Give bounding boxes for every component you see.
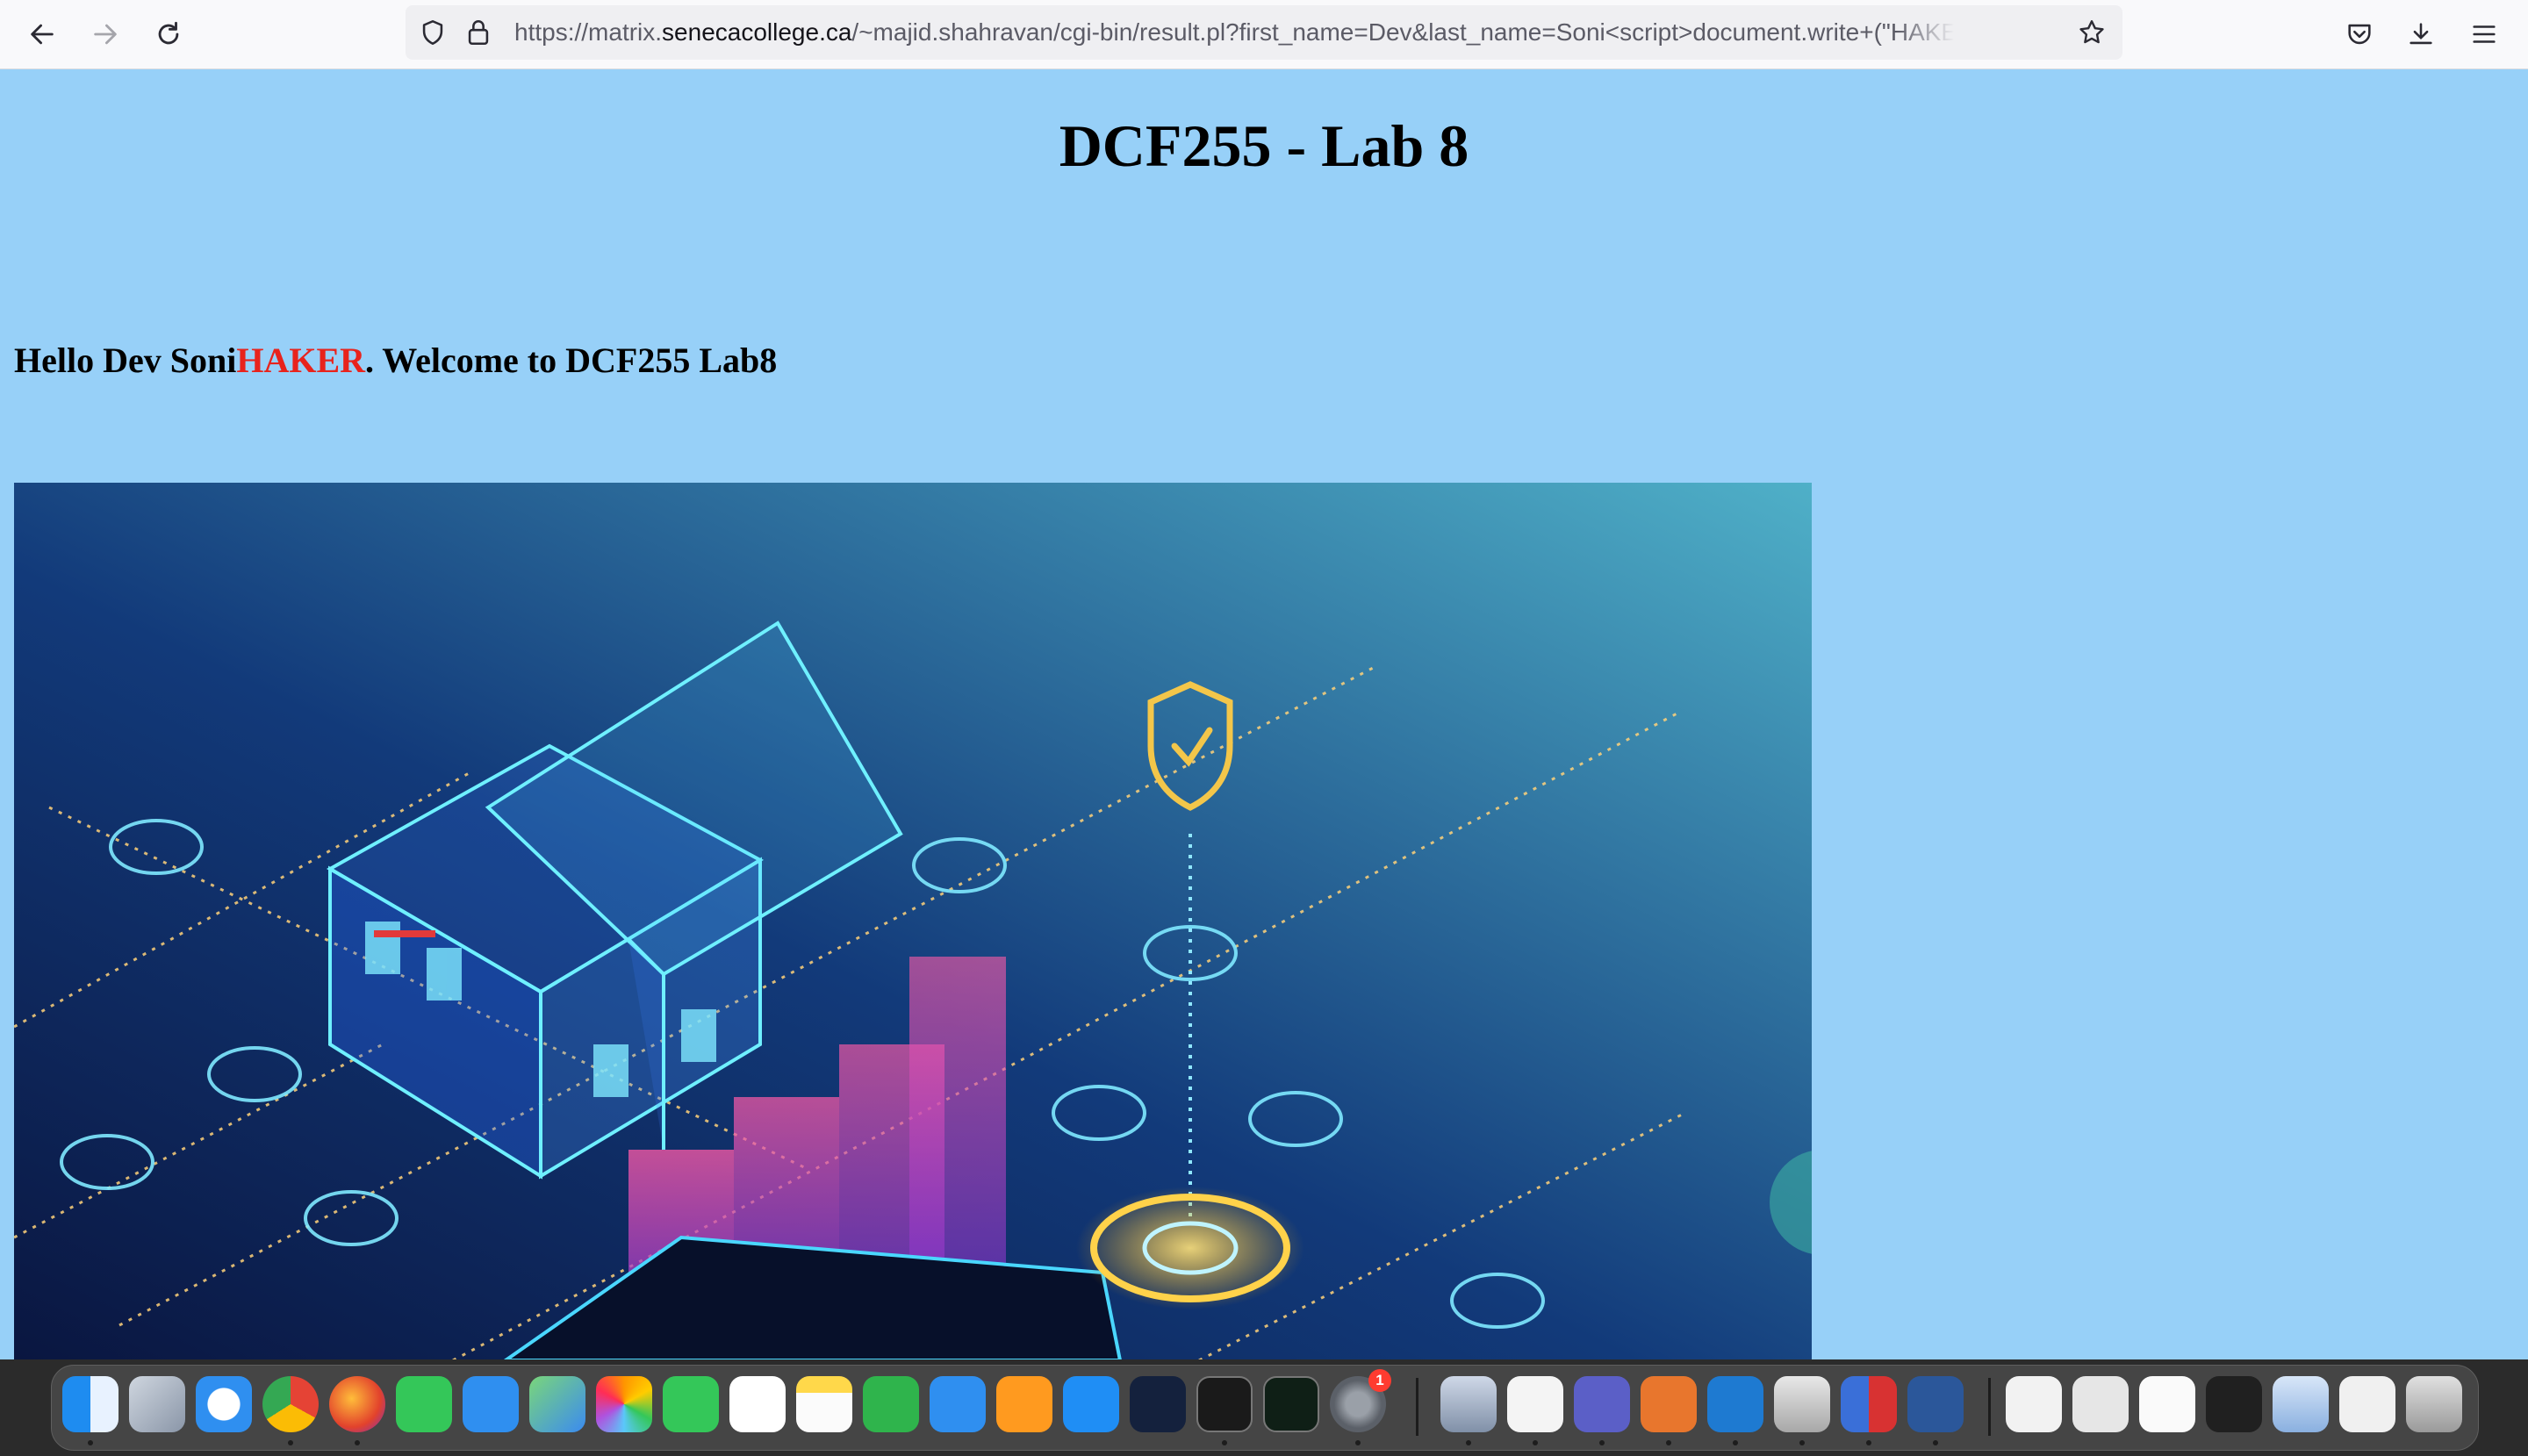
reminders-icon[interactable] [729, 1376, 786, 1432]
minimized-window-3[interactable] [2139, 1376, 2195, 1432]
running-indicator [88, 1440, 93, 1445]
safari-icon[interactable] [196, 1376, 252, 1432]
macos-dock: 1 [51, 1365, 2479, 1451]
teams-icon[interactable] [1574, 1376, 1630, 1432]
pages-icon[interactable] [996, 1376, 1052, 1432]
reload-button[interactable] [149, 15, 188, 54]
minimized-window-4[interactable] [2206, 1376, 2262, 1432]
notes-icon[interactable] [796, 1376, 852, 1432]
numbers-icon[interactable] [863, 1376, 919, 1432]
running-indicator [1222, 1440, 1227, 1445]
running-indicator [1355, 1440, 1361, 1445]
reload-icon [158, 21, 179, 45]
greeting-heading: Hello Dev SoniHAKER. Welcome to DCF255 L… [14, 340, 777, 381]
finder-icon[interactable] [62, 1376, 118, 1432]
running-indicator [355, 1440, 360, 1445]
database-tool-icon[interactable] [1774, 1376, 1830, 1432]
vs-code-icon[interactable] [1707, 1376, 1763, 1432]
activity-monitor-icon[interactable] [1263, 1376, 1319, 1432]
powershell-icon[interactable] [1130, 1376, 1186, 1432]
download-icon [2410, 23, 2432, 45]
minimized-window-1[interactable] [2006, 1376, 2062, 1432]
arrow-right-icon [94, 24, 117, 45]
minimized-window-5[interactable] [2273, 1376, 2329, 1432]
running-indicator [1733, 1440, 1738, 1445]
url-path: /~majid.shahravan/cgi-bin/result.pl?firs… [851, 18, 1954, 46]
messages-icon[interactable] [396, 1376, 452, 1432]
url-host: senecacollege.ca [662, 18, 852, 46]
lock-icon[interactable] [463, 18, 493, 47]
greeting-welcome: . Welcome to DCF255 Lab8 [365, 341, 778, 380]
url-prefix: https://matrix. [514, 18, 663, 46]
star-icon[interactable] [2077, 18, 2107, 47]
running-indicator [1866, 1440, 1871, 1445]
facetime-icon[interactable] [663, 1376, 719, 1432]
hamburger-menu-icon [2473, 25, 2496, 43]
browser-toolbar: https://matrix.senecacollege.ca/~majid.s… [0, 0, 2528, 69]
pocket-icon [2348, 24, 2371, 45]
textedit-icon[interactable] [1507, 1376, 1563, 1432]
running-indicator [1933, 1440, 1938, 1445]
smart-home-illustration [14, 483, 1812, 1359]
word-icon[interactable] [1907, 1376, 1964, 1432]
url-text[interactable]: https://matrix.senecacollege.ca/~majid.s… [514, 5, 1954, 60]
parallels-icon[interactable] [1841, 1376, 1897, 1432]
maps-icon[interactable] [529, 1376, 585, 1432]
forward-button[interactable] [86, 15, 125, 54]
dock-separator [1988, 1378, 1991, 1436]
minimized-window-6[interactable] [2339, 1376, 2395, 1432]
system-preferences-icon[interactable]: 1 [1330, 1369, 1391, 1432]
app-store-icon[interactable] [1063, 1376, 1119, 1432]
running-indicator [1799, 1440, 1805, 1445]
pocket-button[interactable] [2340, 15, 2379, 54]
menu-button[interactable] [2465, 15, 2503, 54]
page-title: DCF255 - Lab 8 [1059, 112, 1469, 179]
chrome-icon[interactable] [262, 1376, 319, 1432]
running-indicator [1533, 1440, 1538, 1445]
firefox-icon[interactable] [329, 1376, 385, 1432]
running-indicator [288, 1440, 293, 1445]
running-indicator [1666, 1440, 1671, 1445]
photos-icon[interactable] [596, 1376, 652, 1432]
running-indicator [1466, 1440, 1471, 1445]
keynote-icon[interactable] [930, 1376, 986, 1432]
shield-icon[interactable] [418, 18, 448, 47]
address-bar[interactable]: https://matrix.senecacollege.ca/~majid.s… [406, 5, 2122, 60]
minimized-window-2[interactable] [2072, 1376, 2129, 1432]
launchpad-icon[interactable] [129, 1376, 185, 1432]
arrow-left-icon [31, 24, 54, 45]
running-indicator [1599, 1440, 1605, 1445]
page-content: DCF255 - Lab 8 Hello Dev SoniHAKER. Welc… [0, 69, 2528, 1359]
draw-io-icon[interactable] [1641, 1376, 1697, 1432]
trash-icon[interactable] [2406, 1376, 2462, 1432]
notification-badge: 1 [1368, 1369, 1391, 1392]
preview-icon[interactable] [1440, 1376, 1497, 1432]
injected-text: HAKER [236, 341, 366, 380]
downloads-button[interactable] [2402, 15, 2440, 54]
dock-separator [1416, 1378, 1418, 1436]
mail-icon[interactable] [463, 1376, 519, 1432]
back-button[interactable] [23, 15, 61, 54]
terminal-icon[interactable] [1196, 1376, 1253, 1432]
greeting-name: Hello Dev Soni [14, 341, 237, 380]
